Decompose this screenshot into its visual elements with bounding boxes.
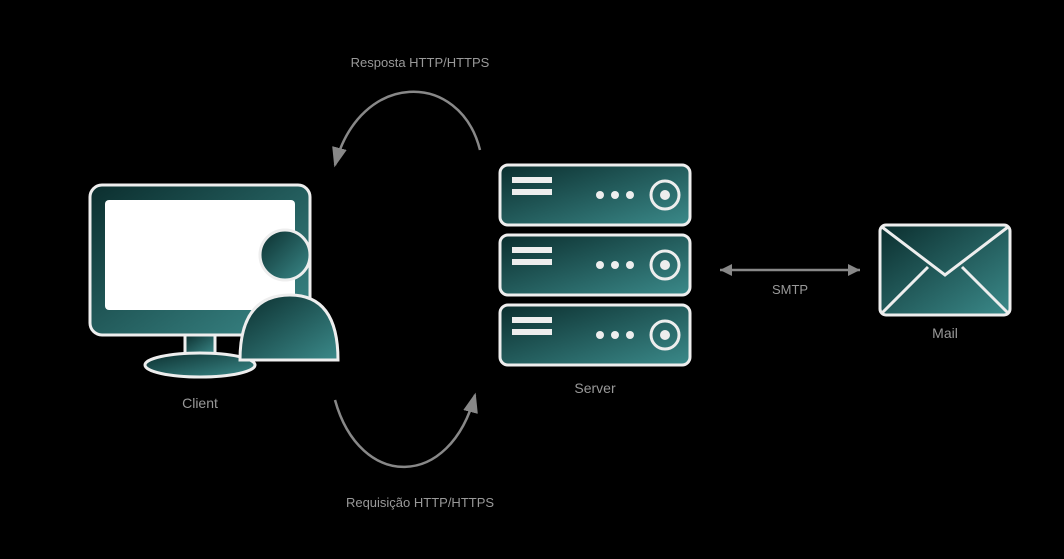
client-label: Client xyxy=(90,395,310,411)
response-arrow xyxy=(335,92,480,165)
client-icon xyxy=(90,185,338,377)
smtp-arrow xyxy=(720,264,860,276)
mail-label: Mail xyxy=(880,325,1010,341)
request-label: Requisição HTTP/HTTPS xyxy=(320,495,520,510)
smtp-label: SMTP xyxy=(720,282,860,297)
server-label: Server xyxy=(500,380,690,396)
request-arrow xyxy=(335,395,475,467)
server-icon xyxy=(500,165,690,365)
response-label: Resposta HTTP/HTTPS xyxy=(320,55,520,70)
mail-icon xyxy=(880,225,1010,315)
architecture-diagram xyxy=(0,0,1064,559)
